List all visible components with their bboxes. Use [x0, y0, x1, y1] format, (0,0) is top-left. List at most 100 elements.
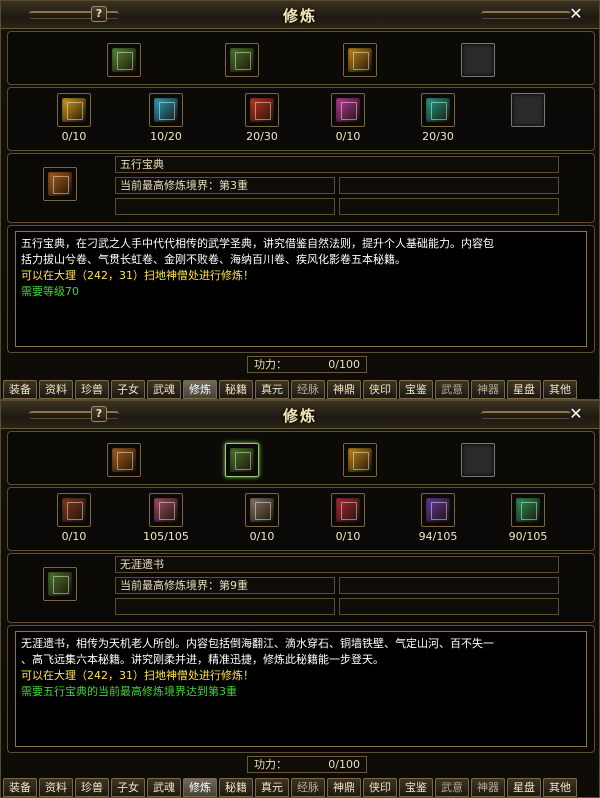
realm-status: 当前最高修炼境界：第9重	[115, 577, 335, 594]
book-slot-1[interactable]	[107, 43, 141, 77]
tab-0[interactable]: 装备	[3, 380, 37, 399]
tab-13[interactable]: 神器	[471, 778, 505, 797]
cultivation-panel-1: ? 修炼 ✕ 0/10 10/20 20/30 0/10 20/30 五行宝典 当前最高修炼境界：…	[0, 0, 600, 400]
chapter-slot-6[interactable]	[511, 493, 545, 527]
tab-13[interactable]: 神器	[471, 380, 505, 399]
book-slot-3[interactable]	[343, 443, 377, 477]
chapter-count-1: 0/10	[61, 130, 87, 143]
tab-12[interactable]: 武意	[435, 778, 469, 797]
tab-15[interactable]: 其他	[543, 380, 577, 399]
selected-book-slot[interactable]	[43, 567, 77, 601]
selected-book-slot[interactable]	[43, 167, 77, 201]
location-hint: 可以在大理（242，31）扫地神僧处进行修炼！	[21, 269, 254, 282]
scroll-yellow-icon	[62, 98, 86, 122]
info-field-blank-3	[339, 198, 559, 215]
tab-15[interactable]: 其他	[543, 778, 577, 797]
scroll-cyan-icon	[154, 98, 178, 122]
power-display: 功力： 0/100	[247, 756, 367, 773]
book-name: 无涯遗书	[115, 556, 559, 573]
tab-3[interactable]: 子女	[111, 778, 145, 797]
chapter-slot-3[interactable]	[245, 93, 279, 127]
chapter-count-2: 10/20	[150, 130, 182, 143]
requirement-text: 需要五行宝典的当前最高修炼境界达到第3重	[21, 685, 237, 698]
tab-6[interactable]: 秘籍	[219, 778, 253, 797]
tab-10[interactable]: 侠印	[363, 778, 397, 797]
book-slot-3[interactable]	[343, 43, 377, 77]
scroll-grey-icon	[250, 498, 274, 522]
book-bundle-green-icon	[230, 48, 254, 72]
tab-1[interactable]: 资料	[39, 778, 73, 797]
tab-1[interactable]: 资料	[39, 380, 73, 399]
chapter-slot-4[interactable]	[331, 93, 365, 127]
location-hint: 可以在大理（242，31）扫地神僧处进行修炼！	[21, 669, 254, 682]
info-field-blank-2	[115, 598, 335, 615]
tab-2[interactable]: 珍兽	[75, 778, 109, 797]
info-field-blank-1	[339, 177, 559, 194]
chapter-count-3: 0/10	[249, 530, 275, 543]
scroll-rose-icon	[154, 498, 178, 522]
window-title: 修炼	[282, 7, 317, 25]
book-bundle-green-icon	[48, 572, 72, 596]
chapter-slot-5[interactable]	[421, 493, 455, 527]
tab-14[interactable]: 星盘	[507, 778, 541, 797]
chapter-count-4: 0/10	[335, 530, 361, 543]
title-bar: ? 修炼 ✕	[1, 401, 599, 429]
tab-12[interactable]: 武意	[435, 380, 469, 399]
info-field-blank-3	[339, 598, 559, 615]
book-green-yellow-icon	[112, 448, 136, 472]
close-button[interactable]: ✕	[567, 5, 585, 23]
title-bar: ? 修炼 ✕	[1, 1, 599, 29]
book-selector-frame	[7, 431, 595, 485]
book-slot-4[interactable]	[461, 443, 495, 477]
chapter-count-3: 20/30	[246, 130, 278, 143]
cultivation-panel-2: ? 修炼 ✕ 0/10 105/105 0/10 0/10 94/105 90/105 无涯遗书当…	[0, 400, 600, 798]
chapter-slot-3[interactable]	[245, 493, 279, 527]
tab-5[interactable]: 修炼	[183, 380, 217, 399]
tab-10[interactable]: 侠印	[363, 380, 397, 399]
chapter-slot-2[interactable]	[149, 493, 183, 527]
book-green-yellow-icon	[48, 172, 72, 196]
tab-14[interactable]: 星盘	[507, 380, 541, 399]
tab-8[interactable]: 经脉	[291, 380, 325, 399]
book-bundle-green-icon	[230, 448, 254, 472]
tab-4[interactable]: 武魂	[147, 380, 181, 399]
tab-6[interactable]: 秘籍	[219, 380, 253, 399]
tab-11[interactable]: 宝鉴	[399, 778, 433, 797]
description-box: 五行宝典，在刁武之人手中代代相传的武学圣典，讲究借鉴自然法则，提升个人基础能力。…	[15, 231, 587, 347]
scroll-red-icon	[250, 98, 274, 122]
tab-7[interactable]: 真元	[255, 778, 289, 797]
chapter-slot-4[interactable]	[331, 493, 365, 527]
tab-7[interactable]: 真元	[255, 380, 289, 399]
power-value: 0/100	[328, 358, 360, 371]
book-green-yellow-icon	[112, 48, 136, 72]
scroll-purple-icon	[426, 498, 450, 522]
book-selector-frame	[7, 31, 595, 85]
description-line: 无涯遗书，相传为天机老人所创。内容包括倒海翻江、滴水穿石、铜墙铁壁、气定山河、百…	[21, 637, 494, 650]
tab-5[interactable]: 修炼	[183, 778, 217, 797]
chapter-count-5: 20/30	[422, 130, 454, 143]
description-line: 括力拔山兮卷、气贯长虹卷、金刚不败卷、海纳百川卷、疾风化影卷五本秘籍。	[21, 253, 406, 266]
tab-4[interactable]: 武魂	[147, 778, 181, 797]
tab-9[interactable]: 神鼎	[327, 778, 361, 797]
chapter-slot-6[interactable]	[511, 93, 545, 127]
book-slot-1[interactable]	[107, 443, 141, 477]
chapter-slot-5[interactable]	[421, 93, 455, 127]
tab-9[interactable]: 神鼎	[327, 380, 361, 399]
close-button[interactable]: ✕	[567, 405, 585, 423]
book-slot-2[interactable]	[225, 443, 259, 477]
tab-3[interactable]: 子女	[111, 380, 145, 399]
chapter-slot-1[interactable]	[57, 93, 91, 127]
power-label: 功力：	[254, 758, 287, 771]
tab-11[interactable]: 宝鉴	[399, 380, 433, 399]
book-slot-2[interactable]	[225, 43, 259, 77]
chapter-slot-2[interactable]	[149, 93, 183, 127]
chapter-count-6: 90/105	[508, 530, 548, 543]
tab-2[interactable]: 珍兽	[75, 380, 109, 399]
book-slot-4[interactable]	[461, 43, 495, 77]
book-name: 五行宝典	[115, 156, 559, 173]
description-line: 五行宝典，在刁武之人手中代代相传的武学圣典，讲究借鉴自然法则，提升个人基础能力。…	[21, 237, 494, 250]
tab-bar: 装备 资料 珍兽 子女 武魂 修炼 秘籍 真元 经脉 神鼎 侠印 宝鉴 武意 神器 星盘 其他	[1, 380, 600, 401]
tab-0[interactable]: 装备	[3, 778, 37, 797]
chapter-slot-1[interactable]	[57, 493, 91, 527]
tab-8[interactable]: 经脉	[291, 778, 325, 797]
